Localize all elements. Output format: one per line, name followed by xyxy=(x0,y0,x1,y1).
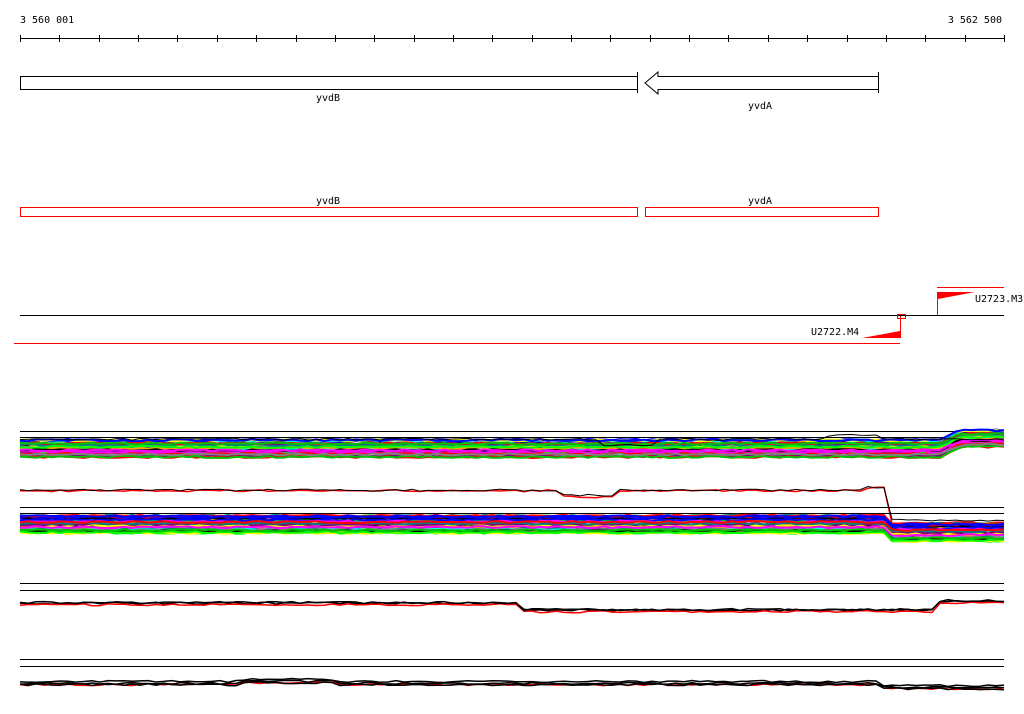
promoter-U2723-M3[interactable]: U2723.M3 xyxy=(937,292,1024,315)
promoter-arrow-icon xyxy=(862,331,900,338)
ruler: 3 560 001 3 562 500 xyxy=(20,15,1005,42)
promoter-U2722-M4-label: U2722.M4 xyxy=(811,327,859,338)
red-gene-yvdA[interactable] xyxy=(645,207,879,217)
ruler-start-label: 3 560 001 xyxy=(20,15,74,26)
expression-profiles xyxy=(19,428,1005,691)
promoter-U2723-M3-label: U2723.M3 xyxy=(975,294,1023,305)
genome-browser-canvas: 3 560 001 3 562 500 yvdB yvdA yvdB yvdA … xyxy=(14,15,1024,691)
promoter-arrow-icon xyxy=(938,292,975,299)
red-gene-yvdB-label: yvdB xyxy=(316,196,340,207)
gene-yvdB[interactable] xyxy=(20,76,638,90)
red-gene-yvdB[interactable] xyxy=(20,207,638,217)
gene-yvdB-label: yvdB xyxy=(316,93,340,104)
red-gene-track: yvdB yvdA xyxy=(20,196,879,217)
promoter-track: U2723.M3 U2722.M4 xyxy=(14,287,1024,344)
ruler-end-label: 3 562 500 xyxy=(948,15,1002,26)
gene-yvdA-label: yvdA xyxy=(748,101,772,112)
promoter-U2722-M4[interactable]: U2722.M4 xyxy=(811,314,906,339)
gene-yvdA[interactable] xyxy=(644,70,879,96)
red-gene-yvdA-label: yvdA xyxy=(748,196,772,207)
gene-track: yvdB yvdA xyxy=(20,70,879,112)
